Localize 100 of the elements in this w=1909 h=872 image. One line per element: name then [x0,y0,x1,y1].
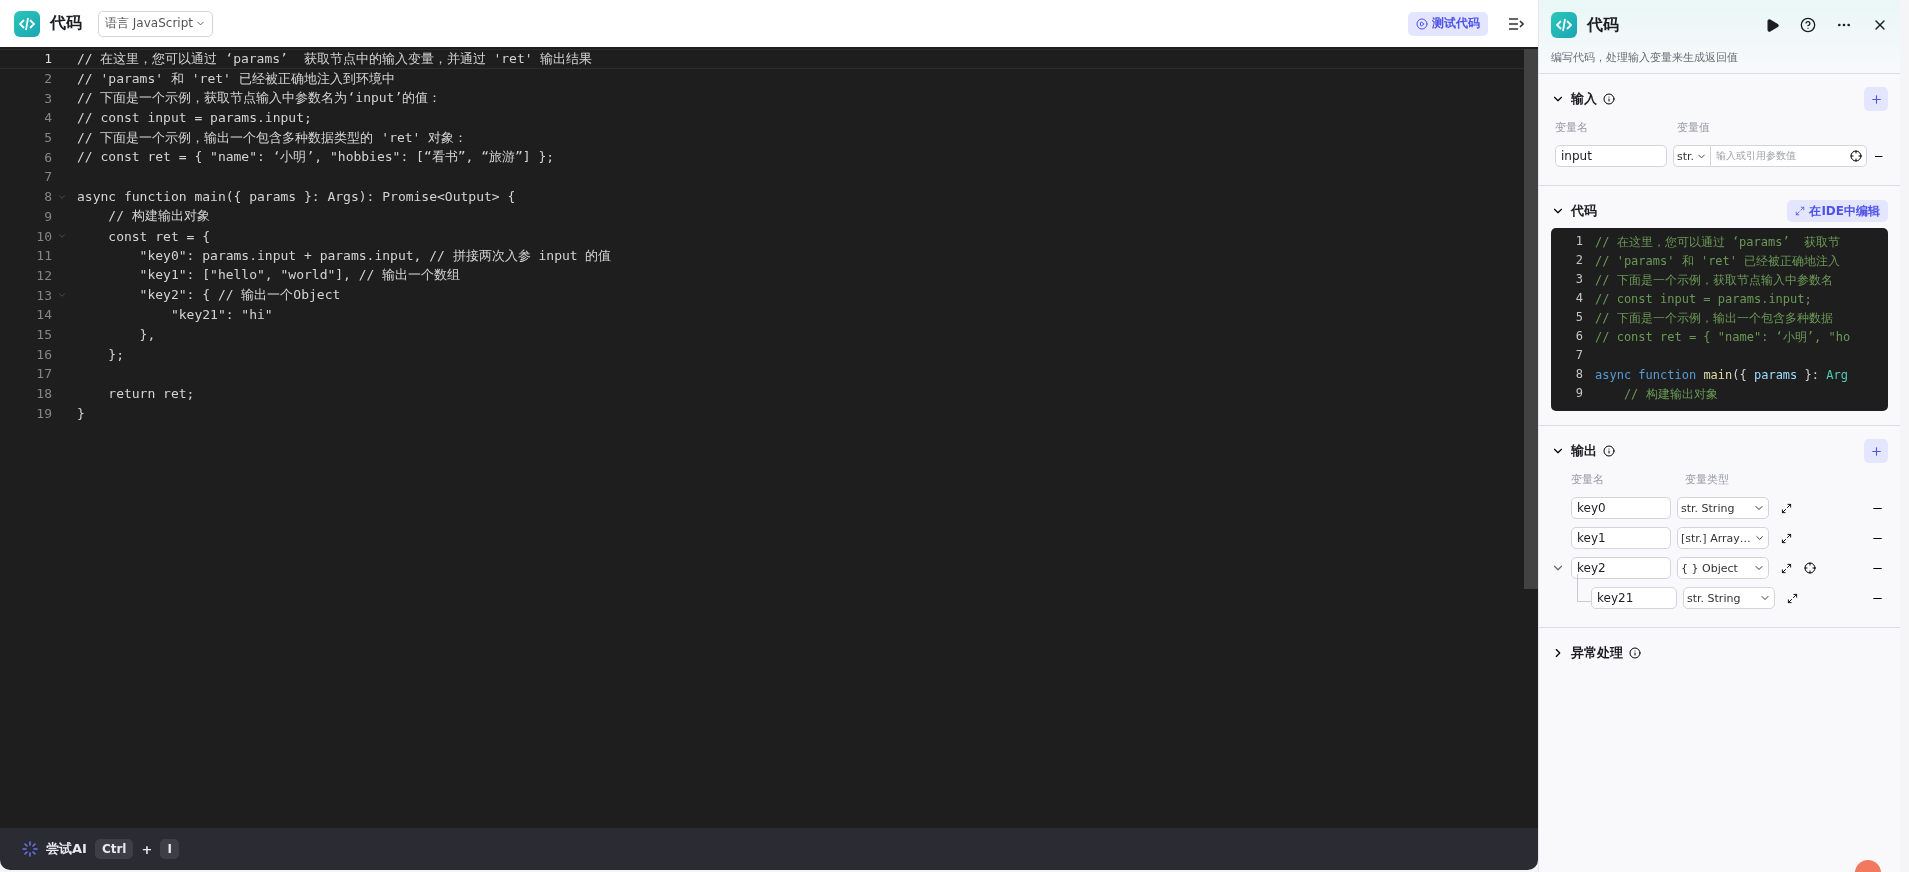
line-number: 6 [1574,328,1584,343]
code-line: } [76,405,85,421]
play-circle-icon [1416,17,1428,30]
sparkle-icon [22,841,38,857]
shortcut-key: I [160,839,179,859]
section-title: 异常处理 [1571,644,1623,662]
line-number: 18 [35,386,52,402]
line-number: 2 [1574,252,1584,267]
code-logo-icon [1551,12,1577,38]
code-line: "key21": "hi" [169,307,273,323]
line-number: 1 [43,51,52,67]
info-icon[interactable] [1629,647,1641,659]
variable-name-field[interactable]: key0 [1571,497,1671,519]
add-button[interactable] [1864,439,1888,463]
expand-arrows-icon [1795,206,1806,216]
info-icon[interactable] [1603,445,1615,457]
type-select[interactable]: str. String [1677,497,1769,519]
type-select[interactable]: { } Object [1677,557,1769,579]
line-number: 13 [35,287,52,303]
help-icon[interactable] [1800,17,1816,33]
code-line: }, [138,326,156,342]
code-line: // const ret = { "name": ‘小明’, "ho [1595,328,1851,346]
line-number: 1 [1574,233,1584,248]
expand-arrows-icon[interactable] [1781,502,1792,514]
line-number: 5 [43,130,52,146]
line-number: 19 [35,405,52,421]
line-number: 17 [35,366,52,382]
plus-icon [1869,444,1883,458]
expand-arrows-icon[interactable] [1781,562,1792,574]
expand-arrows-icon[interactable] [1781,532,1792,544]
line-number: 5 [1574,309,1584,324]
try-ai-label[interactable]: 尝试AI [46,840,87,858]
line-number: 4 [1574,290,1584,305]
line-number: 16 [35,346,52,362]
line-number: 9 [43,208,52,224]
code-line: // 构建输出对象 [107,207,210,226]
type-select[interactable]: str. String [1683,587,1775,609]
line-number: 7 [1574,347,1584,362]
code-line: // 下面是一个示例，获取节点输入中参数名为‘input’的值： [76,89,442,108]
column-label: 变量名 [1571,472,1605,487]
language-select[interactable]: 语言 JavaScript [98,10,213,37]
code-line: "key1": ["hello", "world"], // 输出一个数组 [138,266,461,285]
line-number: 8 [1574,366,1584,381]
column-label: 变量名 [1555,120,1589,135]
scrollbar[interactable] [1524,49,1538,589]
line-number: 11 [35,248,52,264]
plus-icon [1869,92,1883,106]
code-preview[interactable] [1551,228,1888,411]
code-line: "key0": params.input + params.input, // 拼接两次入参 input 的值 [138,246,612,265]
collapse-panel-icon[interactable] [1508,16,1524,31]
line-number: 10 [35,228,52,244]
line-number: 12 [35,267,52,283]
line-number: 6 [43,149,52,165]
section-title: 代码 [1571,202,1597,220]
editor-title: 代码 [50,13,82,34]
type-select[interactable]: str. [1673,145,1712,167]
code-line: // 在这里，您可以通过 ‘params’ 获取节点中的输入变量，并通过 'ret' 输出结果 [76,49,593,68]
column-label: 变量类型 [1685,472,1730,487]
line-number: 15 [35,326,52,342]
panel-description: 编写代码，处理输入变量来生成返回值 [1551,50,1739,65]
line-number: 8 [43,189,52,205]
line-number: 4 [43,110,52,126]
line-number: 3 [43,90,52,106]
variable-name-field[interactable]: input [1555,145,1667,167]
code-line: // 下面是一个示例，获取节点输入中参数名 [1595,271,1833,289]
section-title: 输入 [1571,90,1597,108]
line-number: 9 [1574,385,1584,400]
expand-arrows-icon[interactable] [1787,592,1798,604]
section-title: 输出 [1571,442,1597,460]
code-line: // 'params' 和 'ret' 已经被正确地注入到环境中 [76,69,395,88]
line-number: 2 [43,71,52,87]
code-line: }; [107,346,124,362]
code-line: "key2": { // 输出一个Object [138,286,341,305]
code-logo-icon [14,10,40,37]
variable-name-field[interactable]: key1 [1571,527,1671,549]
plus-sign: + [141,841,153,857]
line-number: 3 [1574,271,1584,286]
variable-name-field[interactable]: key2 [1571,557,1671,579]
code-line: // const input = params.input; [76,110,312,126]
reference-target-icon[interactable] [1849,150,1862,162]
variable-name-field[interactable]: key21 [1591,587,1677,609]
edit-in-ide-button[interactable]: 在IDE中编辑 [1787,200,1888,222]
code-line: return ret; [107,386,195,402]
line-number: 7 [43,169,52,185]
column-label: 变量值 [1677,120,1711,135]
panel-title: 代码 [1587,14,1620,36]
code-line: // 构建输出对象 [1622,385,1718,403]
shortcut-key: Ctrl [94,839,134,859]
type-select[interactable]: [str.] Array… [1677,527,1769,549]
test-code-button[interactable]: 测试代码 [1408,11,1488,36]
info-icon[interactable] [1603,93,1615,105]
add-button[interactable] [1864,87,1888,111]
code-line: // 在这里，您可以通过 ‘params’ 获取节 [1595,233,1841,251]
code-line: const ret = { [107,228,211,244]
line-number: 14 [35,307,52,323]
code-line: // const input = params.input; [1595,291,1812,307]
code-line: // 下面是一个示例，输出一个包含多种数据 [1595,309,1833,327]
run-icon[interactable] [1765,17,1780,33]
code-line: // 下面是一个示例，输出一个包含多种数据类型的 'ret' 对象： [76,128,468,147]
code-line: async function main({ params }: Args): Promise<Output> { [76,189,516,205]
